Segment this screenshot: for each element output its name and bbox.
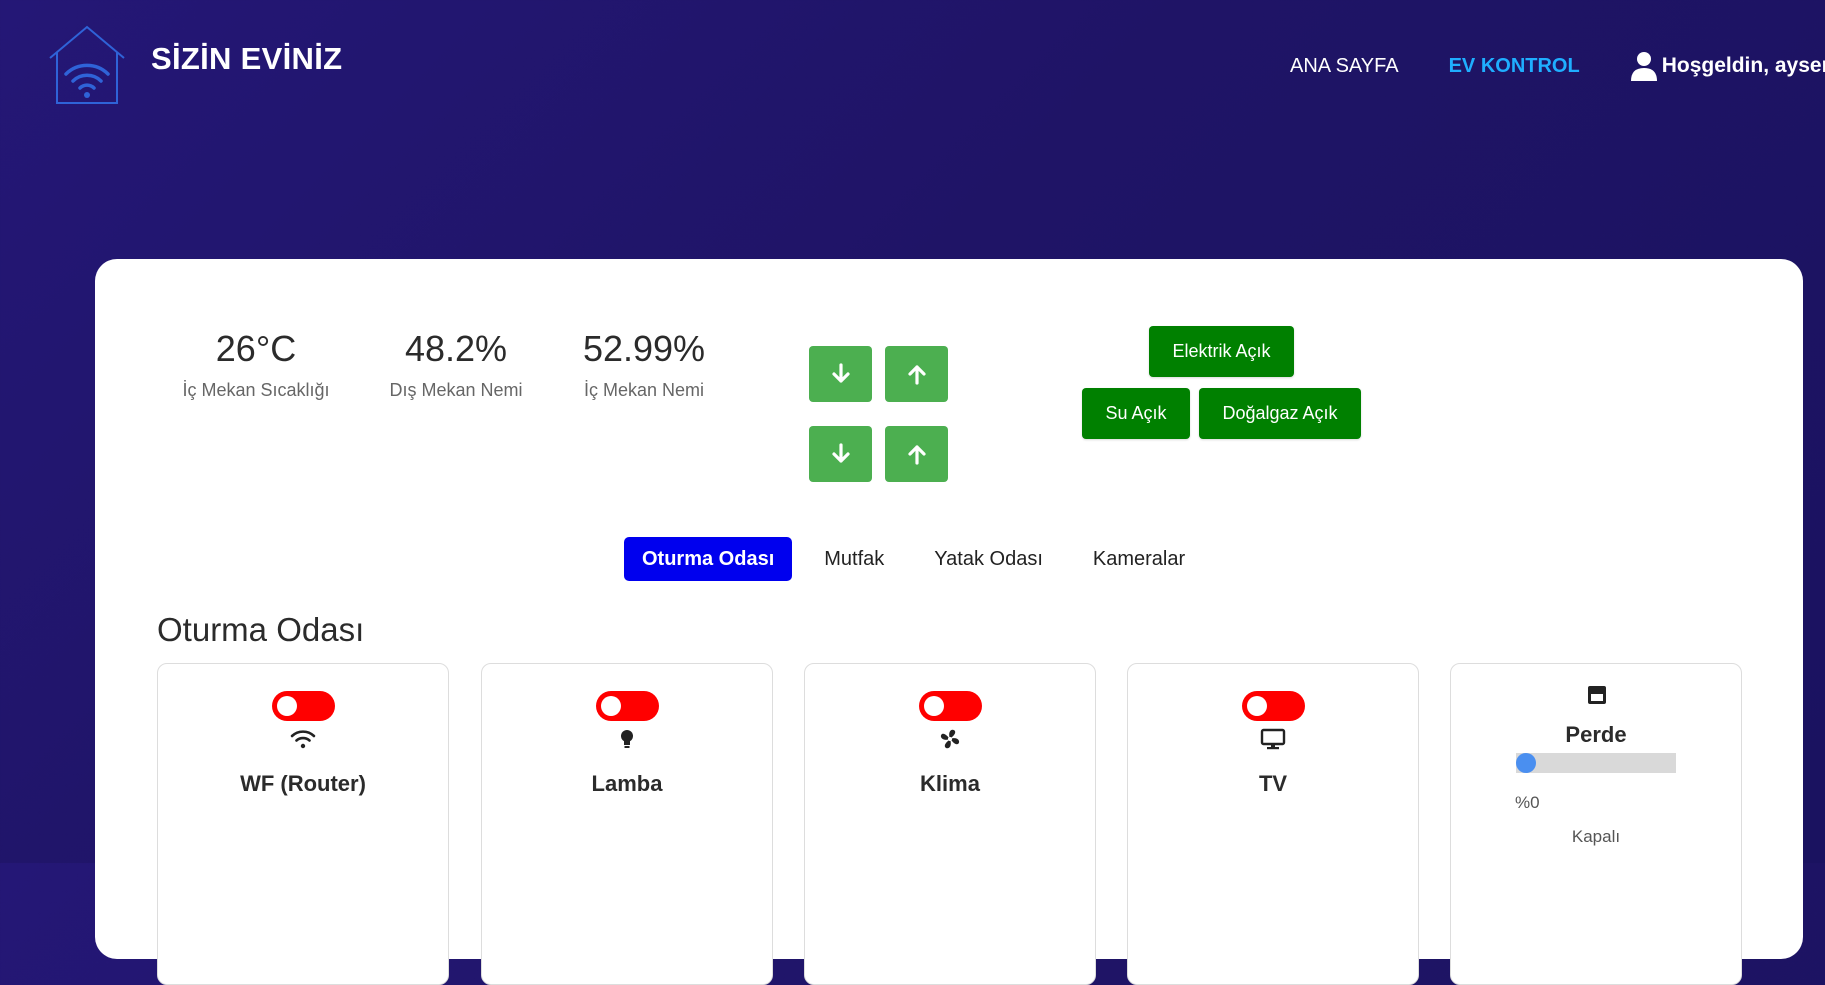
brand-title: SİZİN EVİNİZ xyxy=(151,41,343,76)
tv-icon xyxy=(1259,727,1287,751)
ac-toggle[interactable] xyxy=(919,691,982,721)
device-name: Lamba xyxy=(591,771,663,796)
tab-living-room[interactable]: Oturma Odası xyxy=(624,537,793,581)
room-tabs: Oturma Odası Mutfak Yatak Odası Kamerala… xyxy=(624,537,1217,581)
arrow-down-button-1[interactable] xyxy=(809,346,872,402)
room-title: Oturma Odası xyxy=(157,611,365,648)
wifi-icon xyxy=(289,727,317,751)
device-card-lamp: Lamba xyxy=(481,663,773,985)
house-wifi-logo-icon xyxy=(46,24,128,106)
arrow-up-button-1[interactable] xyxy=(885,346,948,402)
arrow-up-button-2[interactable] xyxy=(885,426,948,482)
gas-toggle-button[interactable]: Doğalgaz Açık xyxy=(1199,388,1361,439)
user-icon xyxy=(1630,51,1658,81)
tab-bedroom[interactable]: Yatak Odası xyxy=(916,537,1061,581)
device-name: Klima xyxy=(920,771,980,796)
lightbulb-icon xyxy=(613,727,641,751)
tab-cameras[interactable]: Kameralar xyxy=(1075,537,1203,581)
toggle-knob xyxy=(1247,696,1267,716)
stat-label: İç Mekan Nemi xyxy=(583,380,705,400)
device-card-router: WF (Router) xyxy=(157,663,449,985)
electric-toggle-button[interactable]: Elektrik Açık xyxy=(1149,326,1294,377)
user-menu-link[interactable]: Hoşgeldin, aysen xyxy=(1630,51,1825,81)
arrow-up-icon xyxy=(907,365,926,385)
device-card-ac: Klima xyxy=(804,663,1096,985)
device-name: WF (Router) xyxy=(240,771,366,796)
stat-indoor-temperature: 26°C İç Mekan Sıcaklığı xyxy=(161,328,351,401)
curtain-slider[interactable] xyxy=(1516,753,1676,773)
stat-value: 26°C xyxy=(215,328,297,369)
arrow-down-icon xyxy=(831,363,850,383)
curtain-status: Kapalı xyxy=(1571,827,1621,846)
curtain-percent: %0 xyxy=(1515,793,1540,812)
device-card-curtain: Perde %0 Kapalı xyxy=(1450,663,1742,985)
stat-label: Dış Mekan Nemi xyxy=(389,380,523,400)
curtain-slider-thumb[interactable] xyxy=(1516,753,1536,773)
top-nav: ANA SAYFA EV KONTROL Hoşgeldin, aysen xyxy=(1290,51,1825,81)
user-greeting: Hoşgeldin, aysen xyxy=(1661,54,1825,77)
control-panel-card: 26°C İç Mekan Sıcaklığı 48.2% Dış Mekan … xyxy=(95,259,1803,985)
device-name: Perde xyxy=(1565,722,1627,747)
arrow-down-button-2[interactable] xyxy=(809,426,872,482)
toggle-knob xyxy=(601,696,621,716)
router-toggle[interactable] xyxy=(272,691,335,721)
tab-kitchen[interactable]: Mutfak xyxy=(806,537,902,581)
device-name: TV xyxy=(1258,771,1288,796)
device-card-tv: TV xyxy=(1127,663,1419,985)
water-toggle-button[interactable]: Su Açık xyxy=(1082,388,1190,439)
lamp-toggle[interactable] xyxy=(596,691,659,721)
stat-label: İç Mekan Sıcaklığı xyxy=(182,380,330,400)
toggle-knob xyxy=(924,696,944,716)
stat-value: 52.99% xyxy=(582,328,706,369)
toggle-knob xyxy=(277,696,297,716)
arrow-up-icon xyxy=(907,445,926,465)
tv-toggle[interactable] xyxy=(1242,691,1305,721)
window-icon xyxy=(1586,684,1608,706)
stat-value: 48.2% xyxy=(404,328,508,369)
stat-indoor-humidity: 52.99% İç Mekan Nemi xyxy=(549,328,739,401)
fan-icon xyxy=(936,727,964,751)
nav-control-link[interactable]: EV KONTROL xyxy=(1449,55,1580,78)
arrow-down-icon xyxy=(831,443,850,463)
stat-outdoor-humidity: 48.2% Dış Mekan Nemi xyxy=(361,328,551,401)
nav-home-link[interactable]: ANA SAYFA xyxy=(1290,55,1399,78)
